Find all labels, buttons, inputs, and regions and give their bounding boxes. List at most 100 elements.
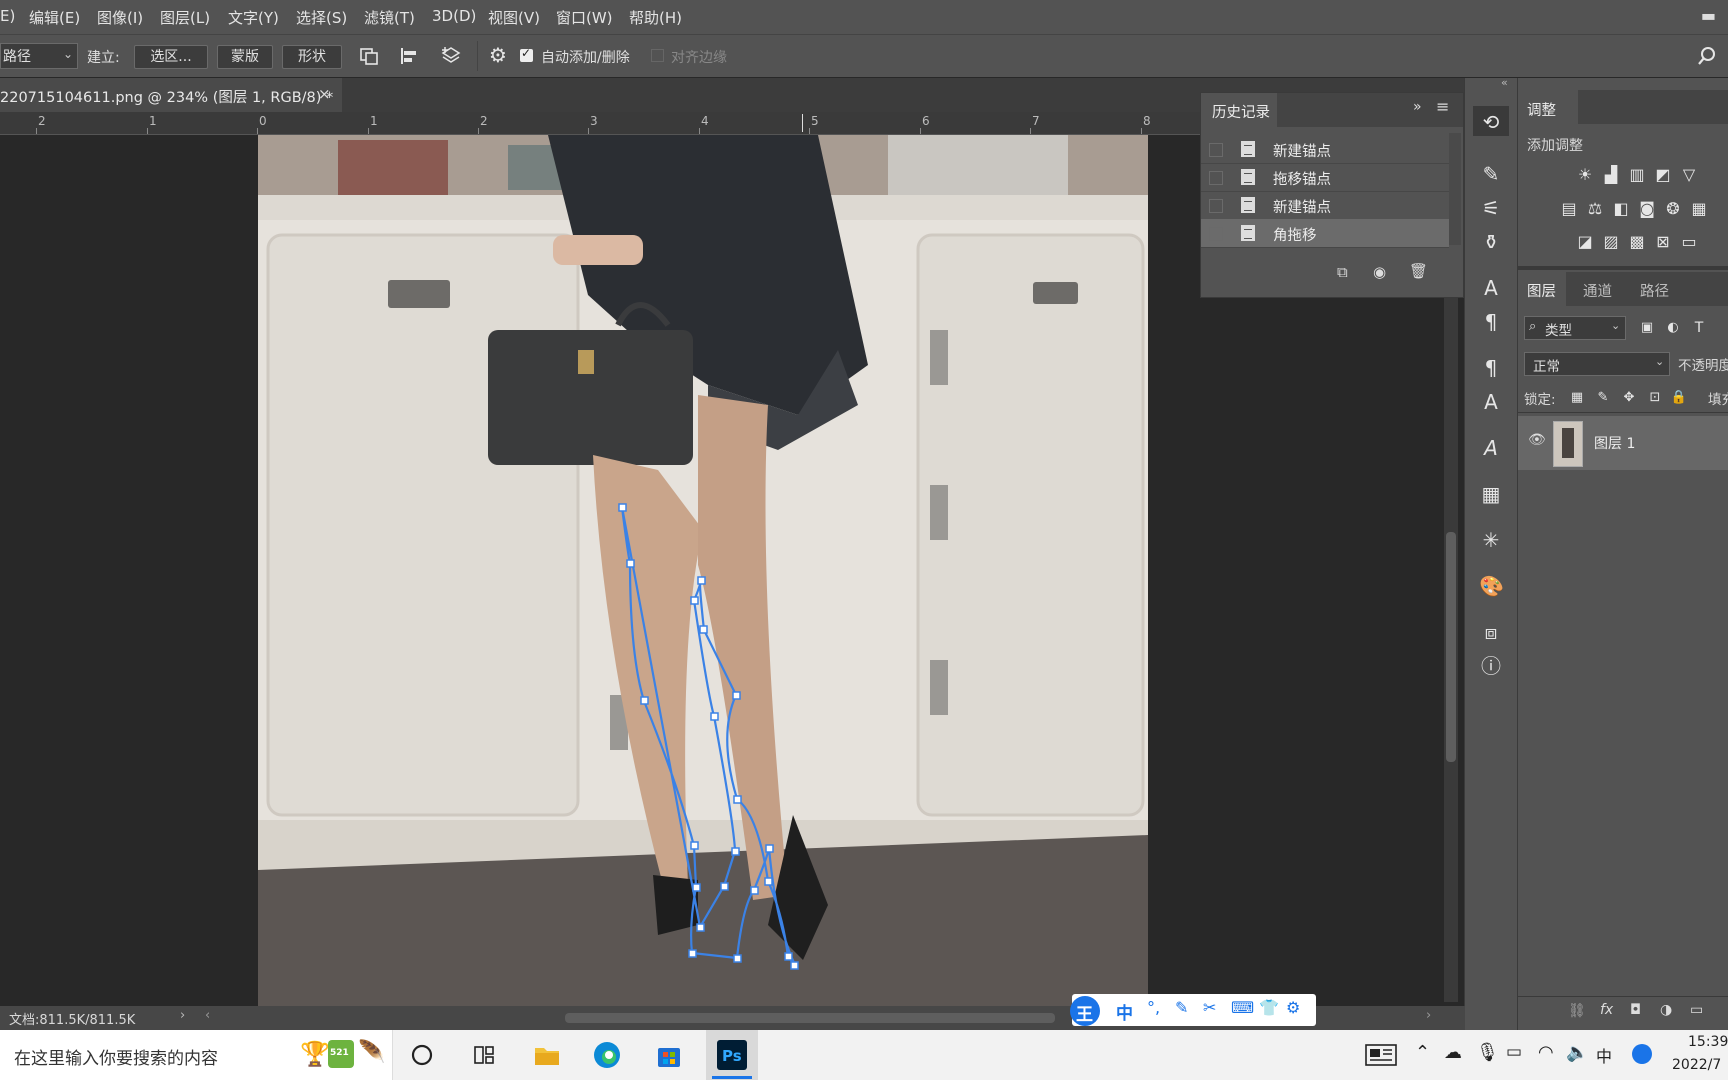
menu-window[interactable]: 窗口(W): [556, 7, 613, 28]
make-shape-button[interactable]: 形状: [282, 45, 342, 69]
link-layers-icon[interactable]: ⛓: [1568, 1003, 1586, 1019]
swatches-palette-icon[interactable]: 🎨: [1479, 574, 1504, 598]
search-icon[interactable]: [1696, 45, 1718, 67]
battery-icon[interactable]: ▭: [1506, 1042, 1522, 1062]
layer-row[interactable]: 👁 图层 1: [1518, 416, 1728, 470]
history-item[interactable]: 新建锚点: [1201, 191, 1449, 220]
filter-adjustment-icon[interactable]: ◐: [1664, 319, 1682, 337]
auto-add-delete-checkbox[interactable]: ✓: [520, 46, 533, 62]
libraries-icon[interactable]: ⧈: [1479, 620, 1503, 644]
photoshop-icon[interactable]: Ps: [716, 1040, 748, 1070]
ime-screenshot-icon[interactable]: ✂: [1203, 998, 1216, 1017]
lock-transparency-icon[interactable]: ▦: [1568, 389, 1586, 407]
ime-settings-icon[interactable]: ⚙: [1286, 998, 1300, 1017]
ime-mode-toggle[interactable]: 中: [1116, 999, 1133, 1024]
color-balance-icon[interactable]: ⚖: [1586, 200, 1604, 218]
menu-edit[interactable]: 编辑(E): [29, 7, 80, 28]
microphone-icon[interactable]: 🎙: [1476, 1042, 1499, 1063]
paths-tab[interactable]: 路径: [1640, 280, 1669, 301]
store-icon[interactable]: [654, 1040, 684, 1070]
lock-position-icon[interactable]: ✥: [1620, 389, 1638, 407]
levels-icon[interactable]: ▟: [1602, 166, 1620, 184]
vibrance-icon[interactable]: ▽: [1680, 166, 1698, 184]
invert-icon[interactable]: ◪: [1576, 233, 1594, 251]
make-selection-button[interactable]: 选区...: [134, 45, 208, 69]
close-icon[interactable]: ×: [318, 85, 331, 103]
history-item[interactable]: 拖移锚点: [1201, 163, 1449, 192]
file-explorer-icon[interactable]: [532, 1040, 562, 1070]
panel-expand-icon[interactable]: »: [1413, 99, 1422, 115]
character-icon[interactable]: A: [1479, 276, 1503, 300]
gear-icon[interactable]: ⚙: [489, 43, 507, 67]
info-icon[interactable]: ⓘ: [1479, 654, 1503, 678]
cortana-icon[interactable]: [410, 1043, 434, 1067]
menu-view[interactable]: 视图(V): [488, 7, 540, 28]
brightness-icon[interactable]: ☀: [1576, 166, 1594, 184]
layers-tab[interactable]: 图层: [1518, 272, 1566, 306]
cloud-icon[interactable]: ☁: [1444, 1042, 1462, 1063]
menu-3d[interactable]: 3D(D): [432, 7, 476, 25]
character-styles-icon[interactable]: A: [1479, 390, 1503, 414]
lock-artboard-icon[interactable]: ⊡: [1646, 389, 1664, 407]
menu-filter[interactable]: 滤镜(T): [364, 7, 415, 28]
trash-icon[interactable]: 🗑: [1409, 262, 1428, 280]
camera-icon[interactable]: ◉: [1373, 263, 1386, 281]
status-menu-arrow-icon[interactable]: ›: [180, 1008, 185, 1023]
taskbar-search-box[interactable]: 在这里输入你要搜索的内容 🏆 521 🪶: [0, 1030, 393, 1080]
selective-color-icon[interactable]: ⊠: [1654, 233, 1672, 251]
edge-browser-icon[interactable]: [592, 1040, 622, 1070]
history-snapshot-checkbox[interactable]: [1209, 143, 1223, 157]
ime-punctuation-icon[interactable]: °,: [1147, 998, 1160, 1017]
search-highlight-badge[interactable]: 521: [328, 1040, 354, 1068]
filter-type-icon[interactable]: T: [1690, 319, 1708, 337]
volume-icon[interactable]: 🔈: [1566, 1042, 1588, 1063]
tray-ime-logo-icon[interactable]: [1632, 1044, 1652, 1064]
adjustments-tab[interactable]: 调整: [1518, 90, 1578, 124]
menu-edit-partial[interactable]: E): [0, 7, 15, 25]
wifi-icon[interactable]: ◠: [1538, 1042, 1554, 1063]
history-item-selected[interactable]: 角拖移: [1201, 219, 1449, 248]
eye-icon[interactable]: 👁: [1528, 432, 1546, 448]
threshold-icon[interactable]: ▩: [1628, 233, 1646, 251]
history-item[interactable]: 新建锚点: [1201, 135, 1449, 164]
exposure-icon[interactable]: ◩: [1654, 166, 1672, 184]
news-widget-icon[interactable]: [1364, 1042, 1398, 1068]
path-arrangement-icon[interactable]: [440, 45, 462, 67]
history-icon[interactable]: ⟲: [1479, 110, 1503, 134]
curves-icon[interactable]: ▥: [1628, 166, 1646, 184]
glyphs-icon[interactable]: A: [1479, 436, 1503, 460]
fx-icon[interactable]: fx: [1600, 1002, 1613, 1018]
history-scrollbar[interactable]: [1449, 133, 1461, 245]
menu-type[interactable]: 文字(Y): [228, 7, 279, 28]
menu-help[interactable]: 帮助(H): [629, 7, 682, 28]
mode-select[interactable]: 路径 ⌄: [0, 43, 78, 69]
lock-all-icon[interactable]: 🔒: [1670, 389, 1688, 407]
filter-pixel-icon[interactable]: ▣: [1638, 319, 1656, 337]
new-group-icon[interactable]: ▭: [1690, 1002, 1703, 1018]
hue-saturation-icon[interactable]: ▤: [1560, 200, 1578, 218]
tray-expand-icon[interactable]: ⌃: [1415, 1042, 1430, 1063]
path-operations-icon[interactable]: [358, 45, 380, 67]
feather-icon[interactable]: 🪶: [358, 1040, 385, 1065]
brush-settings-icon[interactable]: ⚟: [1479, 196, 1503, 220]
clock-date[interactable]: 2022/7: [1672, 1057, 1721, 1073]
photo-filter-icon[interactable]: ◙: [1638, 200, 1656, 218]
menu-layer[interactable]: 图层(L): [160, 7, 210, 28]
path-alignment-icon[interactable]: [398, 45, 420, 67]
ime-skin-icon[interactable]: 👕: [1259, 998, 1279, 1017]
task-view-icon[interactable]: [472, 1043, 496, 1067]
panel-menu-icon[interactable]: ≡: [1436, 97, 1449, 116]
ime-keyboard-icon[interactable]: ⌨: [1231, 998, 1254, 1017]
menu-image[interactable]: 图像(I): [97, 7, 143, 28]
ime-logo-icon[interactable]: 王: [1070, 996, 1100, 1026]
paragraph-styles-icon[interactable]: ¶: [1479, 356, 1503, 380]
clone-source-icon[interactable]: ⚱: [1479, 230, 1503, 254]
history-tab[interactable]: 历史记录: [1201, 93, 1277, 127]
table-icon[interactable]: ▦: [1479, 482, 1503, 506]
history-snapshot-checkbox[interactable]: [1209, 199, 1223, 213]
scroll-right-icon[interactable]: ›: [1426, 1008, 1431, 1023]
paragraph-icon[interactable]: ¶: [1479, 310, 1503, 334]
brush-icon[interactable]: ✎: [1479, 162, 1503, 186]
color-lookup-icon[interactable]: ▦: [1690, 200, 1708, 218]
layer-filter-select[interactable]: ⌕ 类型 ⌄: [1524, 316, 1626, 340]
